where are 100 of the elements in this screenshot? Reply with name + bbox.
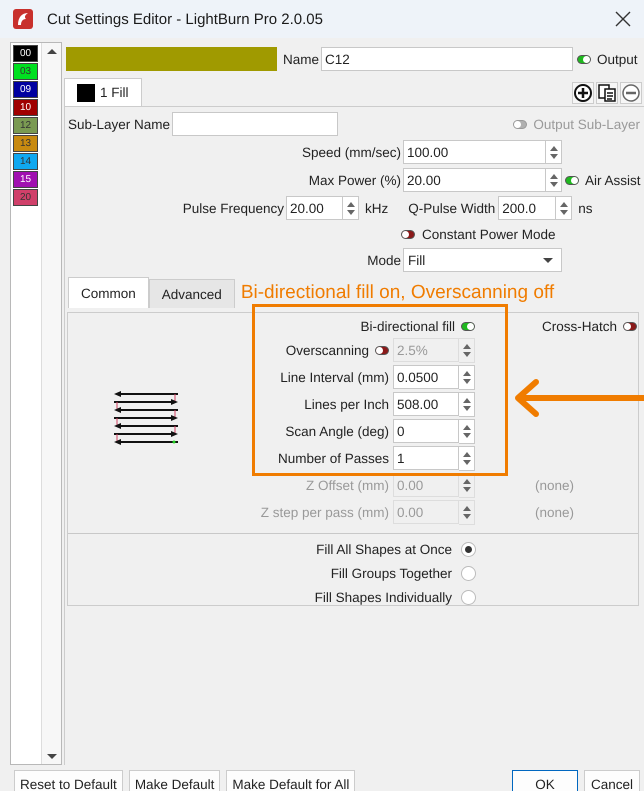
tab[interactable]: Advanced: [148, 279, 235, 308]
down-arrow-icon: [346, 210, 354, 214]
number-field[interactable]: 20.00: [403, 168, 546, 192]
caret-icon: [543, 258, 553, 262]
layer-swatch[interactable]: 09: [13, 81, 38, 98]
down-arrow-icon: [550, 182, 558, 186]
layer-swatch[interactable]: 03: [13, 63, 38, 80]
bi-directional-fill-label: Bi-directional fill: [360, 318, 455, 334]
up-arrow-icon: [550, 174, 558, 178]
spin-button[interactable]: [459, 392, 475, 417]
number-field[interactable]: 1: [393, 446, 459, 470]
unit-label: ns: [578, 200, 593, 216]
field-label: Lines per Inch: [304, 397, 389, 412]
mode-dropdown[interactable]: Fill: [403, 248, 562, 272]
up-arrow-icon: [462, 452, 470, 457]
q-pulse-width-label: Q-Pulse Width: [408, 200, 496, 216]
spin-button[interactable]: [459, 446, 475, 471]
toggle-switch[interactable]: [401, 230, 415, 238]
down-arrow-icon: [462, 514, 470, 519]
number-field[interactable]: 200.0: [498, 196, 556, 220]
up-arrow-icon: [46, 48, 56, 54]
dialog-button[interactable]: Make Default: [128, 770, 220, 791]
spin-button[interactable]: [459, 365, 475, 390]
number-field[interactable]: 100.00: [403, 140, 546, 164]
field-label: Scan Angle (deg): [285, 424, 389, 439]
add-button[interactable]: [572, 82, 594, 104]
spin-button[interactable]: [459, 419, 475, 444]
tab[interactable]: Common: [68, 277, 149, 308]
down-arrow-icon: [462, 352, 470, 357]
remove-button[interactable]: [620, 82, 642, 104]
dialog-button[interactable]: Make Default for All: [226, 770, 356, 791]
mode-value: Fill: [408, 252, 426, 268]
layer-swatch[interactable]: 14: [13, 153, 38, 170]
name-field[interactable]: C12: [321, 47, 574, 71]
down-arrow-icon: [462, 379, 470, 384]
radio-label: Fill Groups Together: [330, 566, 453, 580]
up-arrow-icon: [346, 202, 354, 206]
spin-button[interactable]: [546, 140, 562, 164]
sublayer-tab[interactable]: 1 Fill: [64, 78, 142, 106]
up-arrow-icon: [462, 425, 470, 430]
scrollbar[interactable]: [41, 43, 61, 764]
number-field[interactable]: 0: [393, 419, 459, 443]
radio-button[interactable]: [461, 542, 476, 556]
toggle-switch[interactable]: [623, 322, 637, 330]
close-button[interactable]: [614, 10, 632, 28]
output-label: Output: [597, 52, 638, 66]
fill-preview-drawing: [114, 391, 178, 445]
dialog-button[interactable]: OK: [512, 770, 578, 791]
number-field[interactable]: 0.0500: [393, 365, 459, 389]
note-label: (none): [535, 478, 574, 493]
add-icon: [574, 84, 592, 102]
up-arrow-icon: [550, 146, 558, 150]
spin-button[interactable]: [546, 168, 562, 192]
radio-button[interactable]: [461, 566, 476, 580]
mode-label: Mode: [366, 252, 402, 268]
toggle-switch[interactable]: [577, 54, 592, 64]
up-arrow-icon: [462, 371, 470, 376]
field-label: Line Interval (mm): [280, 370, 389, 385]
field-label: Number of Passes: [278, 451, 389, 466]
radio-label: Fill Shapes Individually: [314, 590, 453, 604]
up-arrow-icon: [462, 479, 470, 484]
down-arrow-icon: [550, 154, 558, 158]
spin-button[interactable]: [459, 338, 475, 363]
copy-button[interactable]: [596, 82, 618, 104]
toggle-switch[interactable]: [565, 176, 579, 184]
layer-swatch[interactable]: 13: [13, 135, 38, 152]
down-arrow-icon: [462, 433, 470, 438]
constant-power-mode-label: Constant Power Mode: [422, 226, 556, 242]
layer-swatch[interactable]: 12: [13, 117, 38, 134]
spin-button[interactable]: [556, 196, 572, 220]
cross-hatch-label: Cross-Hatch: [542, 318, 617, 334]
layer-swatch[interactable]: 15: [13, 171, 38, 188]
window-title: Cut Settings Editor - LightBurn Pro 2.0.05: [47, 10, 324, 28]
radio-label: Fill All Shapes at Once: [315, 542, 453, 556]
number-field[interactable]: 20.00: [286, 196, 343, 220]
number-field[interactable]: 508.00: [393, 392, 459, 416]
down-arrow-icon: [462, 487, 470, 492]
sub-layer-name-field[interactable]: [172, 112, 338, 136]
radio-button[interactable]: [461, 590, 476, 604]
layer-color-swatch[interactable]: [66, 47, 277, 71]
pulse-frequency-label: Pulse Frequency: [182, 200, 285, 216]
field-label: Z Offset (mm): [306, 478, 389, 493]
layer-swatch[interactable]: 10: [13, 99, 38, 116]
max-power-label: Max Power (%): [308, 172, 402, 188]
up-arrow-icon: [462, 398, 470, 403]
spin-button[interactable]: [343, 196, 359, 220]
app-logo-icon: [13, 9, 33, 29]
dialog-button[interactable]: Cancel: [584, 770, 640, 791]
field-label: Overscanning: [286, 343, 369, 358]
unit-label: kHz: [365, 200, 388, 216]
layer-swatch[interactable]: 00: [13, 45, 38, 62]
down-arrow-icon: [462, 460, 470, 465]
annotation-text: Bi-directional fill on, Overscanning off: [240, 282, 554, 304]
up-arrow-icon: [462, 344, 470, 349]
up-arrow-icon: [560, 202, 568, 206]
spin-button[interactable]: [459, 500, 475, 525]
dialog-button[interactable]: Reset to Default: [14, 770, 123, 791]
toggle-switch[interactable]: [461, 322, 475, 330]
down-arrow-icon: [462, 406, 470, 411]
air-assist-label: Air Assist: [585, 172, 641, 188]
